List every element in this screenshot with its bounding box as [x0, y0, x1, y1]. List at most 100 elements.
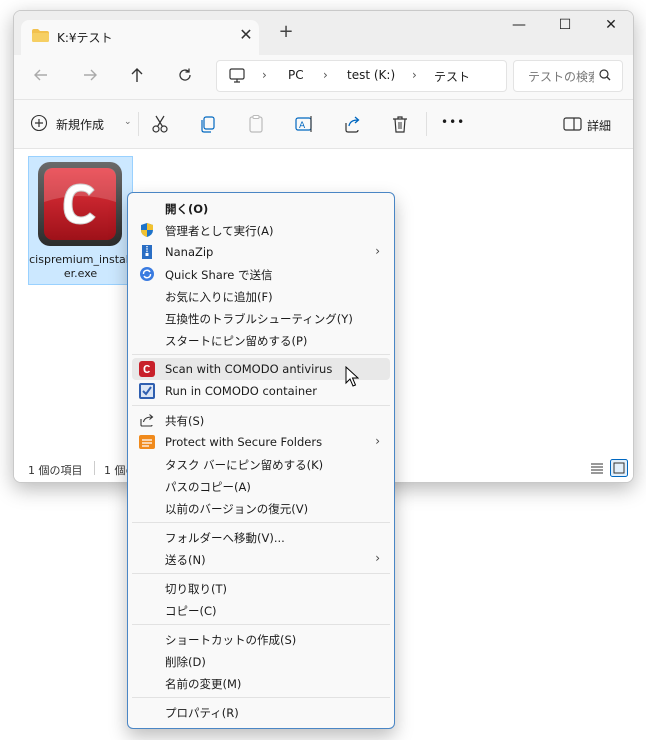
chevron-right-icon: ›: [375, 434, 380, 448]
menu-item-quick-share[interactable]: Quick Share で送信: [132, 263, 390, 285]
menu-item-add-favorites[interactable]: お気に入りに追加(F): [132, 285, 390, 307]
menu-item-label: 共有(S): [165, 414, 205, 428]
command-bar: 新規作成 ⌄ A ••• 詳細: [14, 100, 633, 148]
paste-icon[interactable]: [245, 113, 267, 135]
more-icon[interactable]: •••: [441, 115, 465, 129]
breadcrumb-drive[interactable]: test (K:): [347, 68, 395, 82]
menu-item-label: 開く(O): [165, 202, 209, 216]
menu-item-pin-taskbar[interactable]: タスク バーにピン留めする(K): [132, 453, 390, 475]
menu-item-secure-folders[interactable]: Protect with Secure Folders ›: [132, 431, 390, 453]
delete-icon[interactable]: [389, 113, 411, 135]
menu-item-label: 削除(D): [165, 655, 206, 669]
file-name: cispremium_installer.exe: [29, 253, 132, 280]
title-bar: K:¥テスト ✕ + — ☐ ✕: [14, 11, 633, 55]
search-icon: [599, 69, 611, 81]
menu-item-label: 管理者として実行(A): [165, 224, 274, 238]
svg-text:A: A: [299, 121, 306, 131]
address-bar[interactable]: › PC › test (K:) › テスト: [216, 60, 507, 92]
menu-item-properties[interactable]: プロパティ(R): [132, 701, 390, 723]
menu-separator: [132, 697, 390, 698]
breadcrumb-pc[interactable]: PC: [288, 68, 304, 82]
menu-item-label: 以前のバージョンの復元(V): [165, 502, 309, 516]
menu-item-open[interactable]: 開く(O): [132, 197, 390, 219]
details-label[interactable]: 詳細: [587, 117, 611, 134]
folder-icon: [32, 29, 49, 42]
back-icon[interactable]: [29, 67, 53, 83]
menu-item-move-to-folder[interactable]: フォルダーへ移動(V)...: [132, 526, 390, 548]
breadcrumb-separator: ›: [323, 68, 328, 82]
secure-folders-icon: [139, 435, 155, 449]
menu-item-delete[interactable]: 削除(D): [132, 650, 390, 672]
menu-item-restore-versions[interactable]: 以前のバージョンの復元(V): [132, 497, 390, 519]
menu-item-label: 切り取り(T): [165, 582, 227, 596]
breadcrumb-folder[interactable]: テスト: [434, 68, 470, 85]
menu-item-label: Run in COMODO container: [165, 384, 317, 398]
share-icon: [140, 414, 154, 427]
menu-item-run-as-admin[interactable]: 管理者として実行(A): [132, 219, 390, 241]
menu-item-label: 送る(N): [165, 553, 206, 567]
menu-separator: [132, 522, 390, 523]
close-icon[interactable]: ✕: [236, 25, 256, 44]
rename-icon[interactable]: A: [293, 113, 315, 135]
menu-item-troubleshoot[interactable]: 互換性のトラブルシューティング(Y): [132, 307, 390, 329]
comodo-container-icon: [139, 383, 155, 399]
navigation-bar: › PC › test (K:) › テスト テストの検索: [14, 55, 633, 99]
mouse-cursor-icon: [345, 366, 359, 387]
comodo-app-icon: [38, 162, 122, 246]
menu-separator: [132, 624, 390, 625]
menu-item-label: フォルダーへ移動(V)...: [165, 531, 285, 545]
share-icon[interactable]: [341, 113, 363, 135]
tiles-view-icon[interactable]: [610, 459, 628, 477]
search-placeholder: テストの検索: [528, 70, 594, 84]
menu-item-copy-path[interactable]: パスのコピー(A): [132, 475, 390, 497]
new-icon: [30, 114, 48, 132]
menu-item-label: コピー(C): [165, 604, 217, 618]
menu-item-send-to[interactable]: 送る(N) ›: [132, 548, 390, 570]
menu-item-pin-start[interactable]: スタートにピン留めする(P): [132, 329, 390, 351]
tab-title: K:¥テスト: [57, 31, 113, 45]
breadcrumb-separator: ›: [262, 68, 267, 82]
plus-icon[interactable]: +: [275, 21, 297, 42]
minimize-button[interactable]: —: [499, 17, 539, 33]
search-input[interactable]: テストの検索: [513, 60, 623, 92]
nanazip-icon: [142, 245, 152, 259]
status-separator: [94, 461, 95, 475]
menu-item-label: お気に入りに追加(F): [165, 290, 273, 304]
details-icon[interactable]: [562, 113, 584, 135]
toolbar-separator: [138, 112, 139, 136]
breadcrumb-separator: ›: [412, 68, 417, 82]
comodo-icon: [139, 361, 155, 377]
item-count: 1 個の項目: [28, 464, 83, 477]
menu-item-share[interactable]: 共有(S): [132, 409, 390, 431]
menu-item-rename[interactable]: 名前の変更(M): [132, 672, 390, 694]
chevron-right-icon: ›: [375, 551, 380, 565]
list-view-icon[interactable]: [588, 459, 606, 477]
up-icon[interactable]: [125, 67, 149, 83]
refresh-icon[interactable]: [173, 67, 197, 83]
chevron-down-icon: ⌄: [124, 117, 132, 127]
file-item-selected[interactable]: cispremium_installer.exe: [28, 156, 133, 285]
menu-item-label: 互換性のトラブルシューティング(Y): [165, 312, 353, 326]
menu-item-create-shortcut[interactable]: ショートカットの作成(S): [132, 628, 390, 650]
menu-item-label: Scan with COMODO antivirus: [165, 362, 333, 376]
maximize-button[interactable]: ☐: [545, 17, 585, 33]
copy-icon[interactable]: [197, 113, 219, 135]
menu-item-nanazip[interactable]: NanaZip ›: [132, 241, 390, 263]
menu-separator: [132, 573, 390, 574]
forward-icon[interactable]: [78, 67, 102, 83]
menu-item-label: Protect with Secure Folders: [165, 435, 323, 449]
toolbar-separator: [426, 112, 427, 136]
tab-current[interactable]: K:¥テスト ✕: [21, 20, 259, 55]
context-menu: 開く(O) 管理者として実行(A) NanaZip › Quick Share …: [127, 192, 395, 729]
new-button[interactable]: 新規作成 ⌄: [30, 114, 132, 134]
close-window-button[interactable]: ✕: [591, 17, 631, 33]
cut-icon[interactable]: [149, 113, 171, 135]
chevron-right-icon: ›: [375, 244, 380, 258]
menu-item-cut[interactable]: 切り取り(T): [132, 577, 390, 599]
menu-item-label: タスク バーにピン留めする(K): [165, 458, 324, 472]
menu-item-label: 名前の変更(M): [165, 677, 242, 691]
menu-item-copy[interactable]: コピー(C): [132, 599, 390, 621]
computer-icon: [229, 68, 245, 83]
shield-icon: [141, 223, 153, 237]
menu-item-label: パスのコピー(A): [165, 480, 251, 494]
